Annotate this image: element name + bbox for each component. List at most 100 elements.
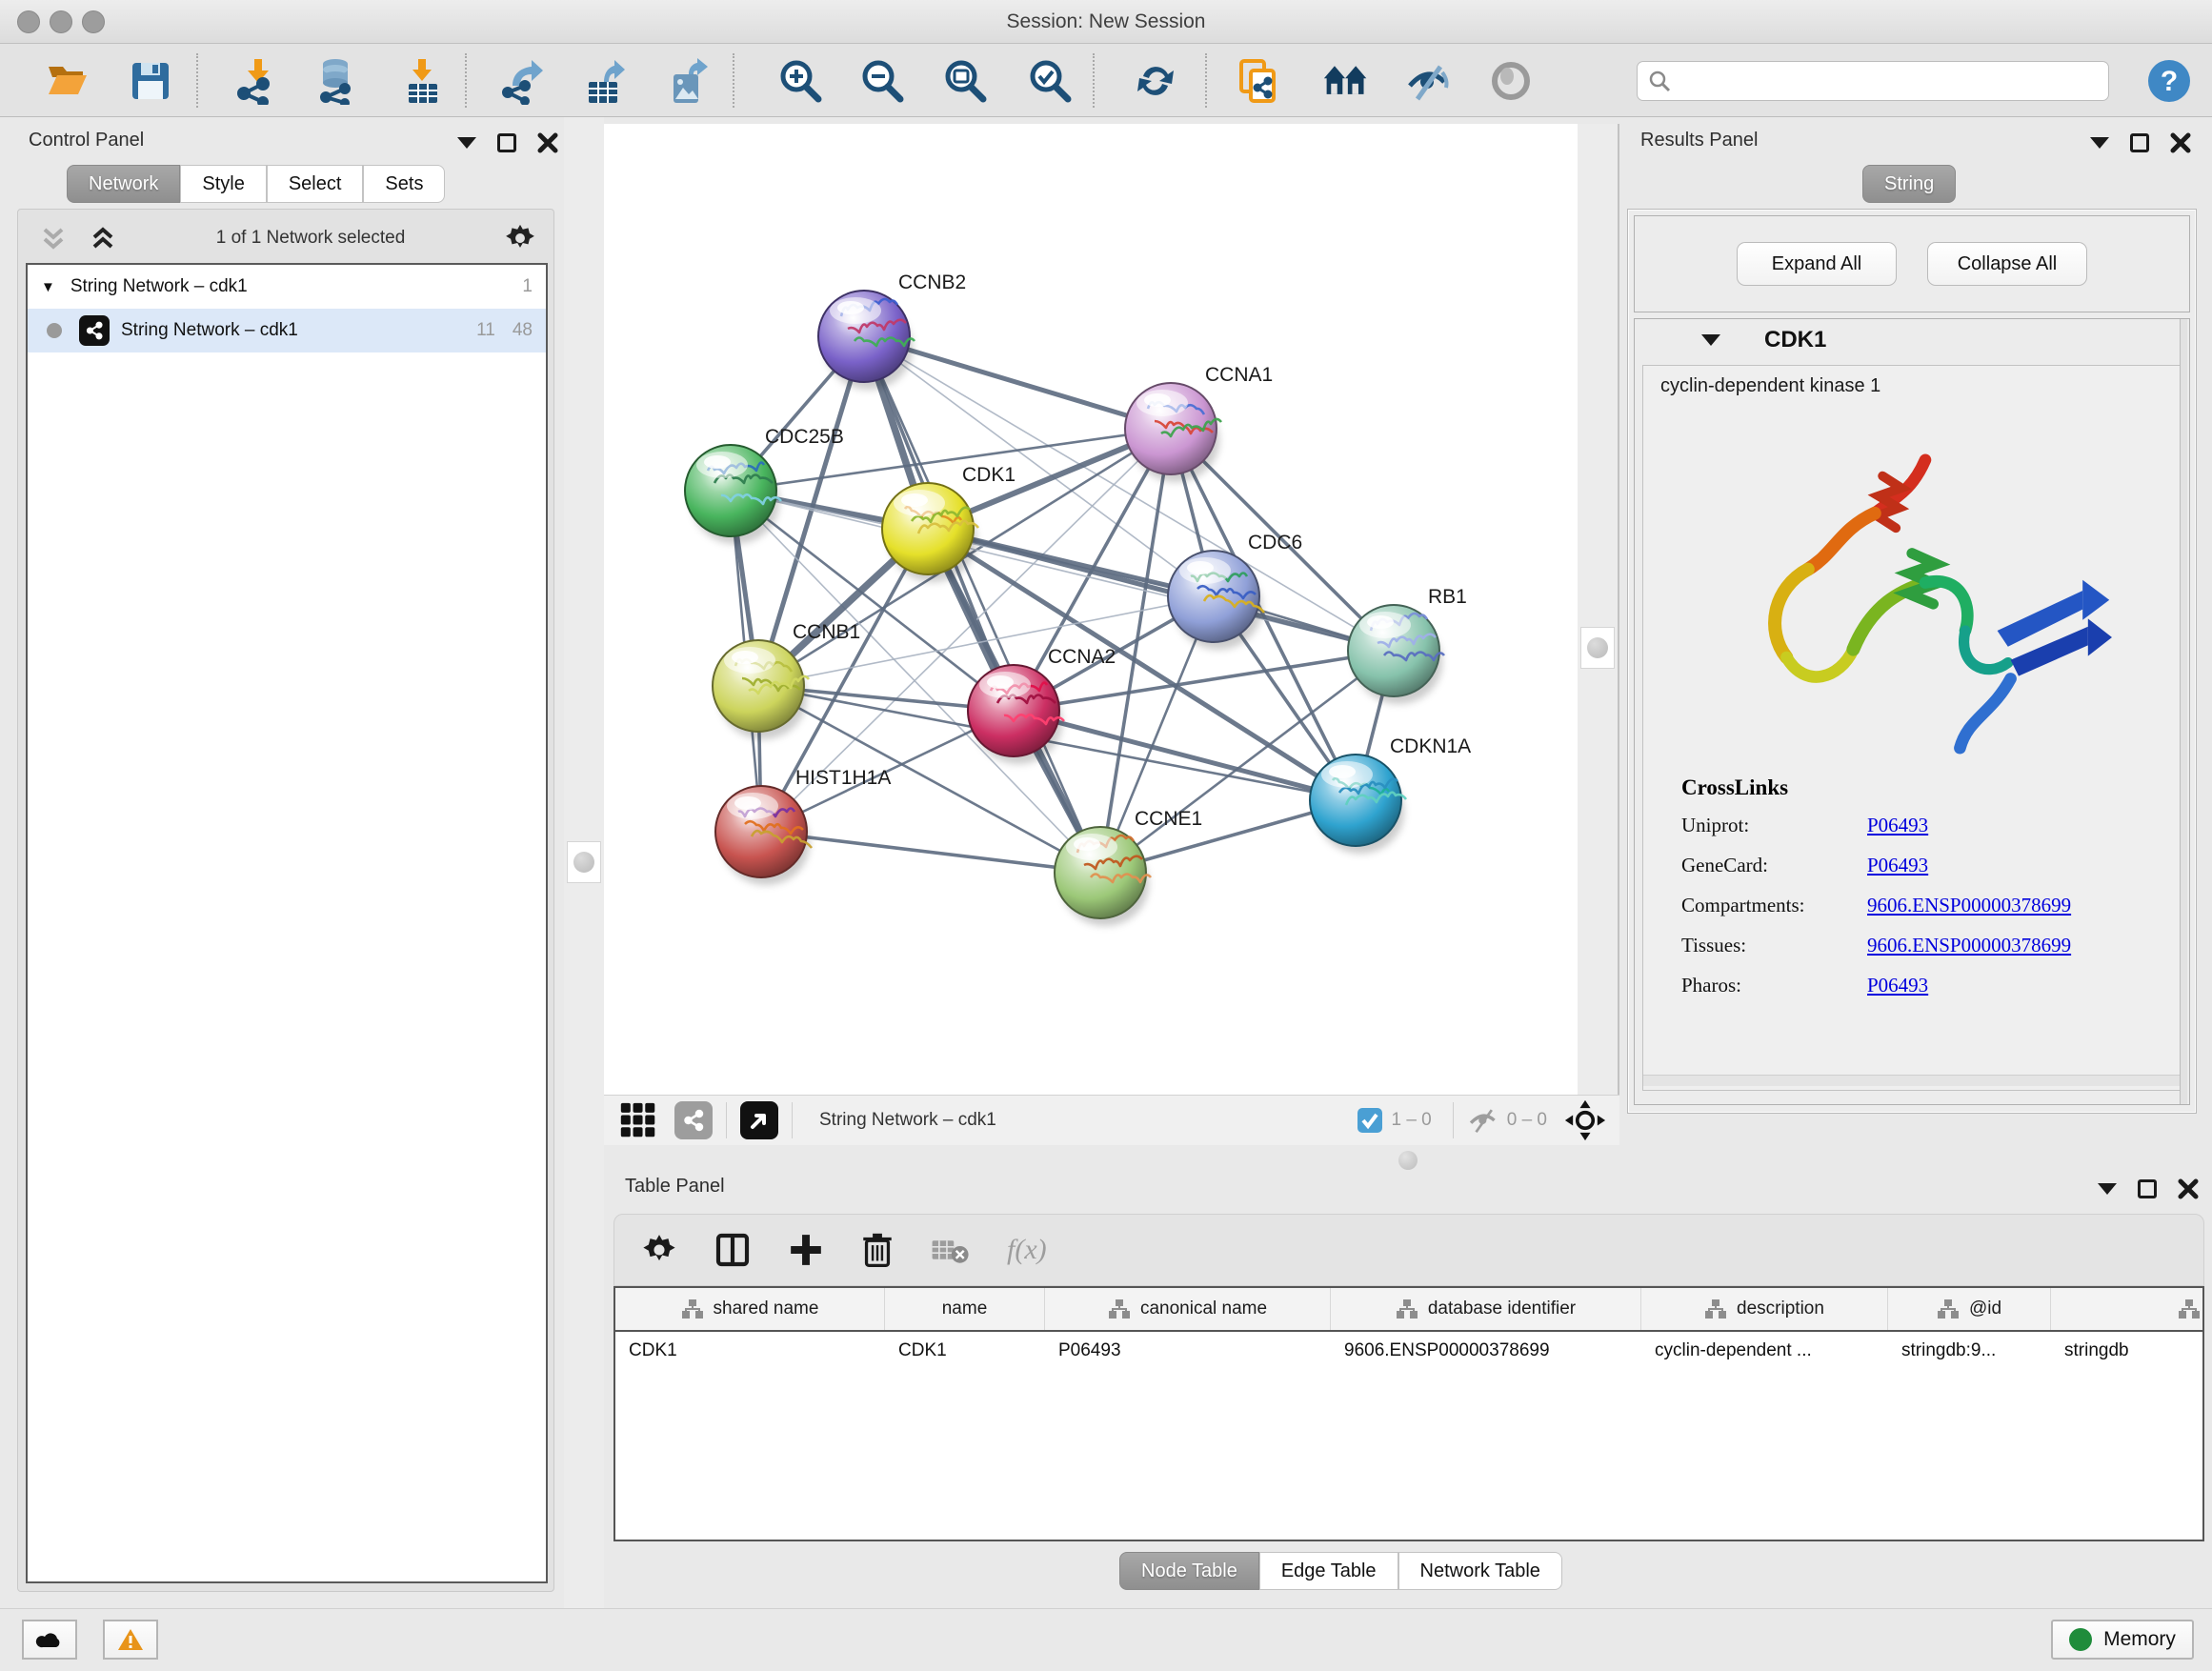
network-node-HIST1H1A[interactable]: HIST1H1A xyxy=(715,767,891,885)
network-row[interactable]: String Network – cdk1 11 48 xyxy=(28,309,546,352)
control-tab-network[interactable]: Network xyxy=(67,165,180,203)
export-network-icon[interactable] xyxy=(499,57,547,105)
hide-selected-eye-icon[interactable] xyxy=(1404,57,1452,105)
table-panel-close-icon[interactable] xyxy=(2178,1178,2199,1199)
column-header-shared-name[interactable]: shared name xyxy=(615,1288,885,1330)
column-type-icon xyxy=(681,1299,704,1319)
control-tab-sets[interactable]: Sets xyxy=(363,165,445,203)
network-view-share-icon[interactable] xyxy=(674,1101,713,1139)
show-all-eye-icon[interactable] xyxy=(1487,57,1535,105)
table-tab-network-table[interactable]: Network Table xyxy=(1398,1552,1562,1590)
column-header--id[interactable]: @id xyxy=(1888,1288,2051,1330)
splitter-handle[interactable] xyxy=(1398,1151,1418,1170)
zoom-out-icon[interactable] xyxy=(858,57,906,105)
network-node-CCNA1[interactable]: CCNA1 xyxy=(1125,364,1273,482)
network-options-gear-icon[interactable] xyxy=(504,222,536,254)
control-tab-style[interactable]: Style xyxy=(180,165,266,203)
copy-network-icon[interactable] xyxy=(1236,57,1283,105)
results-vertical-scrollbar[interactable] xyxy=(2180,319,2187,1104)
column-header-description[interactable]: description xyxy=(1641,1288,1888,1330)
results-panel-close-icon[interactable] xyxy=(2170,132,2191,153)
window-close-button[interactable] xyxy=(17,10,40,33)
open-session-icon[interactable] xyxy=(43,57,90,105)
control-panel-float-icon[interactable] xyxy=(497,133,516,152)
network-collection-row[interactable]: ▼ String Network – cdk1 1 xyxy=(28,265,546,309)
cloud-status-button[interactable] xyxy=(22,1620,77,1660)
zoom-in-icon[interactable] xyxy=(776,57,824,105)
memory-button[interactable]: Memory xyxy=(2051,1620,2194,1660)
detach-view-icon[interactable] xyxy=(740,1101,778,1139)
home-layout-icon[interactable] xyxy=(1322,57,1370,105)
collapse-all-button[interactable]: Collapse All xyxy=(1927,242,2087,286)
grid-view-icon[interactable] xyxy=(619,1101,657,1139)
network-node-CDC6[interactable]: CDC6 xyxy=(1168,532,1302,650)
delete-column-trash-icon[interactable] xyxy=(860,1231,895,1269)
export-table-icon[interactable] xyxy=(583,57,631,105)
collection-expand-icon[interactable]: ▼ xyxy=(41,279,55,295)
search-field[interactable] xyxy=(1637,61,2109,101)
import-network-database-icon[interactable] xyxy=(314,57,362,105)
right-splitter-handle[interactable] xyxy=(1580,627,1615,669)
export-image-icon[interactable] xyxy=(666,57,714,105)
table-tab-node-table[interactable]: Node Table xyxy=(1119,1552,1259,1590)
column-header-canonical-name[interactable]: canonical name xyxy=(1045,1288,1331,1330)
import-network-file-icon[interactable] xyxy=(234,57,282,105)
control-panel-collapse-icon[interactable] xyxy=(457,137,476,149)
horizontal-splitter[interactable] xyxy=(604,1145,2212,1174)
control-panel-close-icon[interactable] xyxy=(537,132,558,153)
help-icon[interactable]: ? xyxy=(2145,57,2193,105)
toolbar-separator xyxy=(1205,53,1207,108)
table-tab-edge-table[interactable]: Edge Table xyxy=(1259,1552,1398,1590)
left-splitter-handle[interactable] xyxy=(567,841,601,883)
table-cell: 9606.ENSP00000378699 xyxy=(1331,1332,1641,1374)
selected-checkbox-icon[interactable] xyxy=(1357,1107,1383,1134)
left-splitter[interactable] xyxy=(564,117,604,1608)
control-tab-select[interactable]: Select xyxy=(267,165,364,203)
results-panel-float-icon[interactable] xyxy=(2130,133,2149,152)
function-builder-icon[interactable]: f(x) xyxy=(1007,1234,1047,1266)
create-column-plus-icon[interactable] xyxy=(788,1232,824,1268)
column-header-namespace[interactable]: namespace xyxy=(2051,1288,2204,1330)
crosslink-link[interactable]: 9606.ENSP00000378699 xyxy=(1867,934,2071,957)
table-panel-float-icon[interactable] xyxy=(2138,1179,2157,1198)
refresh-view-icon[interactable] xyxy=(1132,57,1179,105)
window-zoom-button[interactable] xyxy=(82,10,105,33)
search-input[interactable] xyxy=(1679,70,2108,91)
crosslink-link[interactable]: P06493 xyxy=(1867,814,1928,837)
network-edge[interactable] xyxy=(761,832,1100,873)
zoom-selected-icon[interactable] xyxy=(1026,57,1074,105)
gene-section-collapse-icon[interactable] xyxy=(1701,334,1720,346)
import-table-file-icon[interactable] xyxy=(399,57,447,105)
crosslink-link[interactable]: 9606.ENSP00000378699 xyxy=(1867,894,2071,917)
window-minimize-button[interactable] xyxy=(50,10,72,33)
network-canvas[interactable]: CCNB2CCNA1CDC25BCDK1CDC6RB1CCNB1CCNA2CDK… xyxy=(604,124,1578,1095)
collapse-all-networks-icon[interactable] xyxy=(39,224,68,252)
birdseye-crosshair-icon[interactable] xyxy=(1564,1099,1606,1141)
right-splitter[interactable] xyxy=(1578,124,1619,1095)
expand-all-networks-icon[interactable] xyxy=(89,224,117,252)
network-node-RB1[interactable]: RB1 xyxy=(1348,586,1467,704)
expand-all-button[interactable]: Expand All xyxy=(1737,242,1897,286)
results-panel-collapse-icon[interactable] xyxy=(2090,137,2109,149)
network-node-CCNB1[interactable]: CCNB1 xyxy=(713,621,860,739)
table-panel-collapse-icon[interactable] xyxy=(2098,1183,2117,1195)
results-horizontal-scrollbar[interactable] xyxy=(1643,1075,2181,1086)
warning-status-button[interactable] xyxy=(103,1620,158,1660)
column-type-icon xyxy=(1108,1299,1131,1319)
table-row[interactable]: CDK1CDK1P064939606.ENSP00000378699cyclin… xyxy=(615,1332,2202,1374)
show-columns-icon[interactable] xyxy=(714,1231,752,1269)
network-edge[interactable] xyxy=(864,336,1100,873)
save-session-icon[interactable] xyxy=(127,57,174,105)
table-options-gear-icon[interactable] xyxy=(641,1232,677,1268)
crosslink-link[interactable]: P06493 xyxy=(1867,854,1928,877)
node-label-CCNB1: CCNB1 xyxy=(793,621,860,643)
column-header-name[interactable]: name xyxy=(885,1288,1045,1330)
zoom-fit-icon[interactable] xyxy=(941,57,989,105)
crosslink-link[interactable]: P06493 xyxy=(1867,974,1928,997)
delete-table-icon[interactable] xyxy=(931,1234,971,1266)
results-tab-string[interactable]: String xyxy=(1862,165,1956,203)
network-edge[interactable] xyxy=(928,529,1394,651)
network-node-CCNB2[interactable]: CCNB2 xyxy=(818,272,966,390)
network-node-CDK1[interactable]: CDK1 xyxy=(882,464,1016,582)
column-header-database-identifier[interactable]: database identifier xyxy=(1331,1288,1641,1330)
